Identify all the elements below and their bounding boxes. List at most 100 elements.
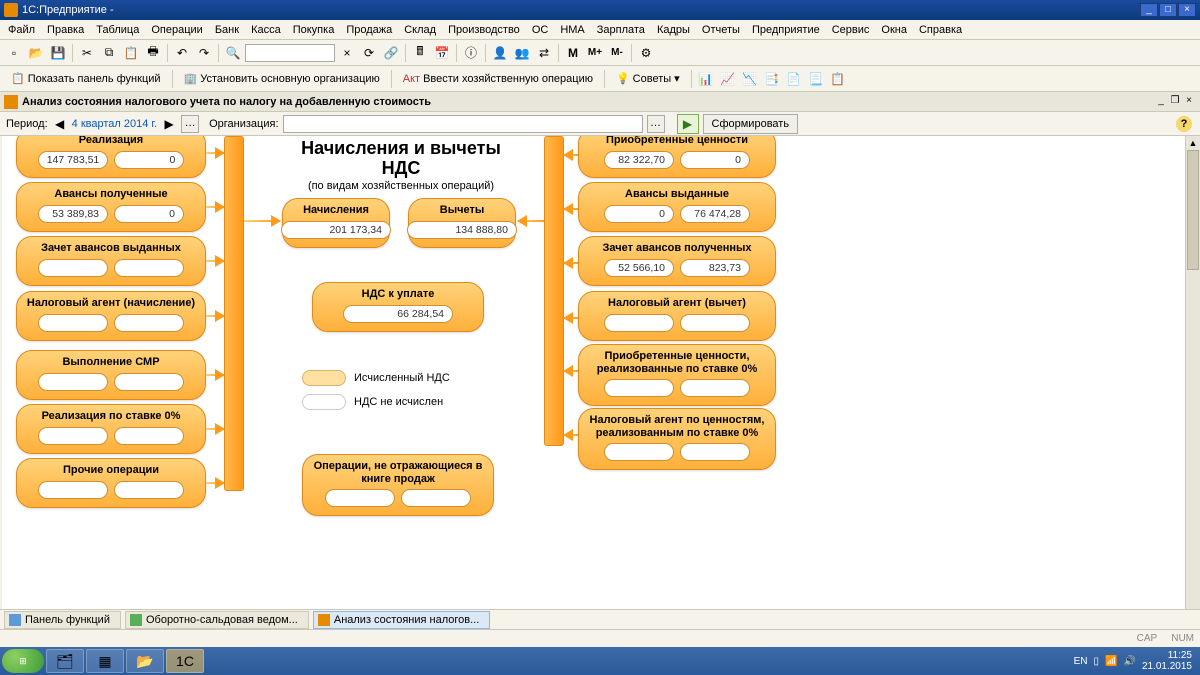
node-deductions[interactable]: Вычеты 134 888,80 xyxy=(408,198,516,248)
period-picker-button[interactable]: … xyxy=(181,115,199,133)
scroll-thumb[interactable] xyxy=(1187,150,1199,270)
doc-close-button[interactable]: × xyxy=(1182,95,1196,109)
taskbar-app-3[interactable]: 📂 xyxy=(126,649,164,673)
menu-bank[interactable]: Банк xyxy=(209,22,245,38)
tray-sound-icon[interactable]: 🔊 xyxy=(1123,656,1135,667)
redo-icon[interactable]: ↷ xyxy=(194,43,214,63)
taskbar-app-4[interactable]: 1С xyxy=(166,649,204,673)
organization-picker-button[interactable]: … xyxy=(647,115,665,133)
report6-icon[interactable]: 📃 xyxy=(806,69,826,89)
search-clear-icon[interactable]: × xyxy=(337,43,357,63)
paste-icon[interactable]: 📋 xyxy=(121,43,141,63)
scroll-up-button[interactable]: ▲ xyxy=(1186,136,1200,150)
report3-icon[interactable]: 📉 xyxy=(740,69,760,89)
copy-icon[interactable]: ⧉ xyxy=(99,43,119,63)
tray-clock[interactable]: 11:25 21.01.2015 xyxy=(1142,650,1192,672)
enter-operation-button[interactable]: АктВвести хозяйственную операцию xyxy=(396,69,600,89)
save-icon[interactable]: 💾 xyxy=(48,43,68,63)
left-node-2[interactable]: Зачет авансов выданных xyxy=(16,236,206,286)
menu-hr[interactable]: Кадры xyxy=(651,22,696,38)
menu-windows[interactable]: Окна xyxy=(875,22,913,38)
doc-restore-button[interactable]: ❐ xyxy=(1168,95,1182,109)
menu-edit[interactable]: Правка xyxy=(41,22,90,38)
menu-table[interactable]: Таблица xyxy=(90,22,145,38)
tab-panel-functions[interactable]: Панель функций xyxy=(4,611,121,629)
menu-os[interactable]: ОС xyxy=(526,22,555,38)
menu-help[interactable]: Справка xyxy=(913,22,968,38)
m-icon[interactable]: M xyxy=(563,43,583,63)
organization-input[interactable] xyxy=(283,115,643,133)
print-icon[interactable]: 🖶 xyxy=(143,43,163,63)
advices-button[interactable]: 💡Советы▾ xyxy=(609,69,687,89)
menu-ops[interactable]: Операции xyxy=(145,22,208,38)
new-icon[interactable]: ▫ xyxy=(4,43,24,63)
menu-cash[interactable]: Касса xyxy=(245,22,287,38)
undo-icon[interactable]: ↶ xyxy=(172,43,192,63)
doc-minimize-button[interactable]: _ xyxy=(1154,95,1168,109)
panel-functions-button[interactable]: 📋Показать панель функций xyxy=(4,69,168,89)
menu-service[interactable]: Сервис xyxy=(826,22,876,38)
close-button[interactable]: × xyxy=(1178,3,1196,17)
right-node-2[interactable]: Зачет авансов полученных52 566,10823,73 xyxy=(578,236,776,286)
left-node-3[interactable]: Налоговый агент (начисление) xyxy=(16,291,206,341)
menu-salary[interactable]: Зарплата xyxy=(591,22,651,38)
right-node-0[interactable]: Приобретенные ценности82 322,700 xyxy=(578,136,776,178)
taskbar-app-1[interactable]: 🗂 xyxy=(46,649,84,673)
help-icon[interactable]: ? xyxy=(1176,116,1192,132)
report2-icon[interactable]: 📈 xyxy=(718,69,738,89)
calendar-icon[interactable]: 📅 xyxy=(432,43,452,63)
left-node-4[interactable]: Выполнение СМР xyxy=(16,350,206,400)
maximize-button[interactable]: □ xyxy=(1159,3,1177,17)
menu-prod[interactable]: Производство xyxy=(442,22,526,38)
calc-icon[interactable]: 🖩 xyxy=(410,43,430,63)
vertical-scrollbar[interactable]: ▲ ▼ xyxy=(1185,136,1200,637)
settings-icon[interactable]: ⚙ xyxy=(636,43,656,63)
report1-icon[interactable]: 📊 xyxy=(696,69,716,89)
right-node-4[interactable]: Приобретенные ценности, реализованные по… xyxy=(578,344,776,406)
menu-reports[interactable]: Отчеты xyxy=(696,22,746,38)
right-node-1[interactable]: Авансы выданные076 474,28 xyxy=(578,182,776,232)
tab-osv[interactable]: Оборотно-сальдовая ведом... xyxy=(125,611,309,629)
report7-icon[interactable]: 📋 xyxy=(828,69,848,89)
menu-nma[interactable]: НМА xyxy=(554,22,590,38)
period-value[interactable]: 4 квартал 2014 г. xyxy=(72,118,157,130)
node-charges[interactable]: Начисления 201 173,34 xyxy=(282,198,390,248)
start-button[interactable]: ⊞ xyxy=(2,649,44,673)
run-button[interactable]: ▶ xyxy=(677,114,699,134)
info-icon[interactable]: ⓘ xyxy=(461,43,481,63)
menu-sell[interactable]: Продажа xyxy=(340,22,398,38)
left-node-1[interactable]: Авансы полученные53 389,830 xyxy=(16,182,206,232)
menu-stock[interactable]: Склад xyxy=(398,22,442,38)
search-input[interactable] xyxy=(245,44,335,62)
tab-vat-analysis[interactable]: Анализ состояния налогов... xyxy=(313,611,490,629)
left-node-6[interactable]: Прочие операции xyxy=(16,458,206,508)
m-minus-icon[interactable]: M- xyxy=(607,43,627,63)
tray-flag-icon[interactable]: ▯ xyxy=(1094,656,1100,667)
refresh-icon[interactable]: ⟳ xyxy=(359,43,379,63)
period-next-button[interactable]: ▶ xyxy=(161,116,177,132)
user-icon[interactable]: 👤 xyxy=(490,43,510,63)
period-prev-button[interactable]: ◀ xyxy=(52,116,68,132)
taskbar-app-2[interactable]: ▦ xyxy=(86,649,124,673)
report4-icon[interactable]: 📑 xyxy=(762,69,782,89)
left-node-0[interactable]: Реализация147 783,510 xyxy=(16,136,206,178)
set-main-org-button[interactable]: 🏢Установить основную организацию xyxy=(177,69,387,89)
link-icon[interactable]: 🔗 xyxy=(381,43,401,63)
menu-file[interactable]: Файл xyxy=(2,22,41,38)
left-node-5[interactable]: Реализация по ставке 0% xyxy=(16,404,206,454)
right-node-5[interactable]: Налоговый агент по ценностям, реализован… xyxy=(578,408,776,470)
menu-enterprise[interactable]: Предприятие xyxy=(746,22,826,38)
node-vat-payable[interactable]: НДС к уплате 66 284,54 xyxy=(312,282,484,332)
right-node-3[interactable]: Налоговый агент (вычет) xyxy=(578,291,776,341)
minimize-button[interactable]: _ xyxy=(1140,3,1158,17)
open-icon[interactable]: 📂 xyxy=(26,43,46,63)
report5-icon[interactable]: 📄 xyxy=(784,69,804,89)
generate-button[interactable]: Сформировать xyxy=(703,114,799,134)
cut-icon[interactable]: ✂ xyxy=(77,43,97,63)
node-book-ops[interactable]: Операции, не отражающиеся в книге продаж xyxy=(302,454,494,516)
users-icon[interactable]: 👥 xyxy=(512,43,532,63)
tray-net-icon[interactable]: 📶 xyxy=(1105,656,1117,667)
swap-icon[interactable]: ⇄ xyxy=(534,43,554,63)
system-tray[interactable]: EN ▯ 📶 🔊 11:25 21.01.2015 xyxy=(1068,650,1198,672)
tray-lang[interactable]: EN xyxy=(1074,656,1088,667)
